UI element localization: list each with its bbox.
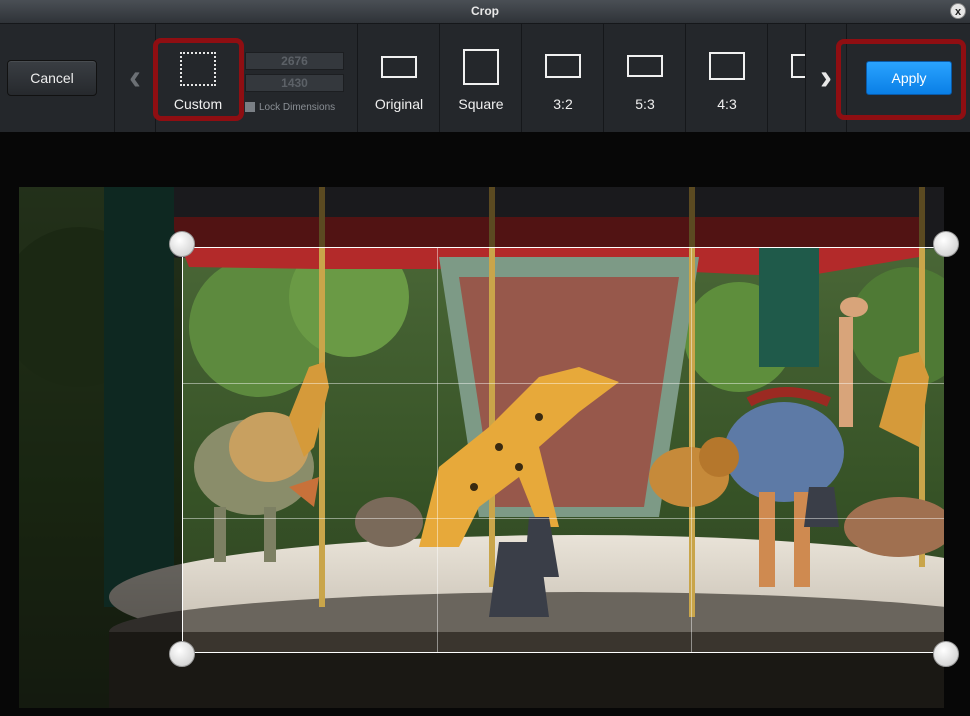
- crop-handle-bottom-right[interactable]: [933, 641, 959, 667]
- preset-5-partial[interactable]: 5: [768, 24, 806, 132]
- grid-line: [437, 248, 438, 652]
- checkbox-icon: [245, 102, 255, 113]
- preset-4-3[interactable]: 4:3: [686, 24, 768, 132]
- apply-highlight-box: [836, 39, 966, 120]
- preset-label: 5:3: [635, 96, 655, 112]
- preset-original[interactable]: Original: [358, 24, 440, 132]
- grid-line: [691, 248, 692, 652]
- ratio-square-icon: [463, 49, 499, 85]
- ratio-partial-icon: [791, 54, 806, 78]
- window-title: Crop: [471, 4, 499, 18]
- height-field[interactable]: 1430: [245, 74, 344, 92]
- preset-3-2[interactable]: 3:2: [522, 24, 604, 132]
- ratio-3-2-icon: [545, 54, 581, 78]
- ratio-original-icon: [381, 56, 417, 78]
- ratio-4-3-icon: [709, 52, 745, 80]
- preset-label: 5: [768, 96, 806, 112]
- crop-rectangle[interactable]: [182, 247, 944, 653]
- crop-handle-top-left[interactable]: [169, 231, 195, 257]
- photo-canvas[interactable]: [19, 187, 944, 708]
- close-icon[interactable]: x: [950, 3, 966, 19]
- crop-mask-bottom: [19, 653, 944, 708]
- cancel-button[interactable]: Cancel: [7, 60, 97, 96]
- chevron-left-icon[interactable]: ‹: [115, 24, 155, 132]
- preset-5-3[interactable]: 5:3: [604, 24, 686, 132]
- crop-handle-bottom-left[interactable]: [169, 641, 195, 667]
- title-bar: Crop x: [0, 0, 970, 24]
- grid-line: [183, 383, 944, 384]
- lock-dimensions-label: Lock Dimensions: [259, 102, 336, 113]
- width-field[interactable]: 2676: [245, 52, 344, 70]
- preset-label: Square: [458, 96, 504, 112]
- crop-mask-top: [19, 187, 944, 247]
- ratio-5-3-icon: [627, 55, 663, 77]
- preset-label: Original: [374, 96, 424, 112]
- crop-mask-left: [19, 247, 182, 653]
- preset-label: 4:3: [717, 96, 737, 112]
- grid-line: [183, 518, 944, 519]
- preset-square[interactable]: Square: [440, 24, 522, 132]
- crop-toolbar: Cancel ‹ Custom 2676 1430 Lock Dimension…: [0, 24, 970, 132]
- preset-label: 3:2: [553, 96, 573, 112]
- crop-handle-top-right[interactable]: [933, 231, 959, 257]
- custom-highlight-box: [153, 38, 244, 121]
- lock-dimensions-checkbox[interactable]: Lock Dimensions: [245, 102, 335, 116]
